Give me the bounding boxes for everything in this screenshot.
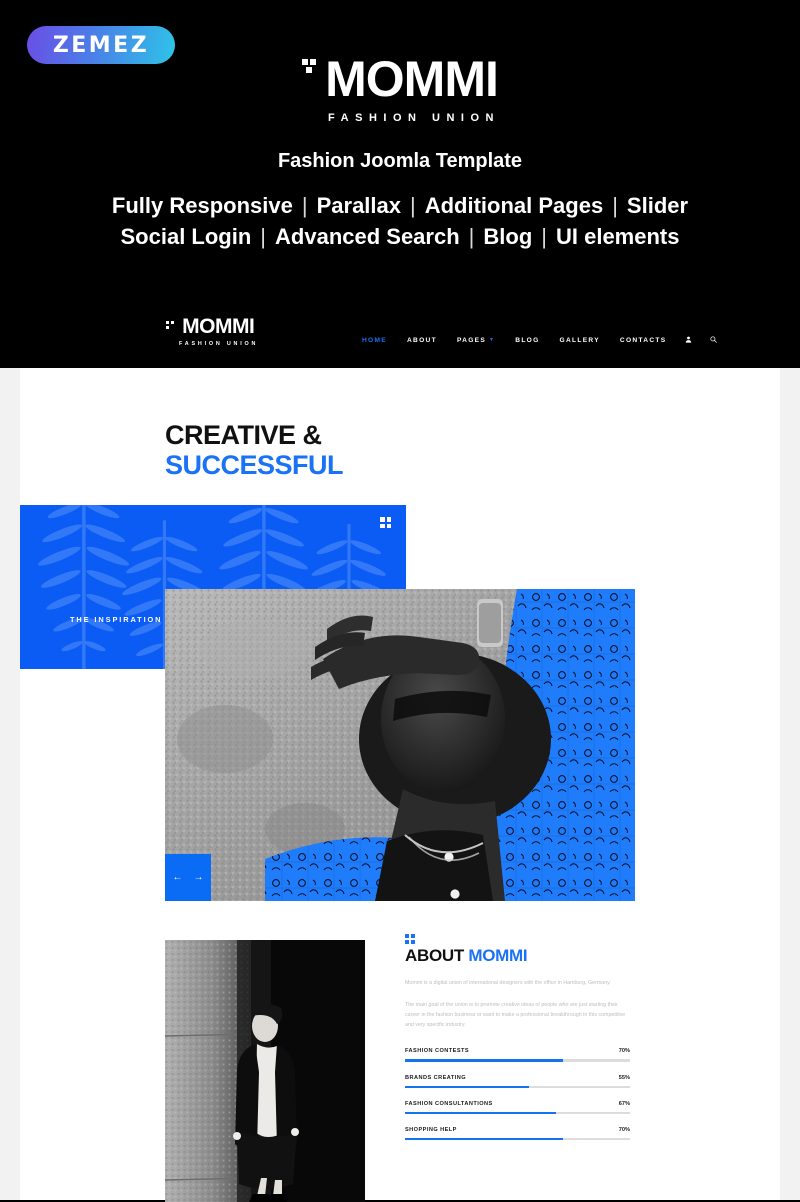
nav-item-about[interactable]: ABOUT [397,337,447,344]
skill-progress-track [405,1085,630,1088]
feature-social-login: Social Login [120,224,252,249]
skill-progress-track [405,1111,630,1114]
promo-logo-wordmark: MOMMI [325,51,499,107]
skills-list: FASHION CONTESTS 70% BRANDS CREATING 55% [405,1048,630,1141]
site-logo-wordmark: MOMMI [182,315,255,338]
nav-item-home[interactable]: HOME [352,337,397,344]
nav-item-gallery[interactable]: GALLERY [550,337,610,344]
skill-progress-fill [405,1059,563,1062]
promo-tagline: Fashion Joomla Template [277,150,523,172]
feature-additional-pages: Additional Pages [424,193,604,218]
dot-grid-icon [380,517,393,530]
skill-progress-fill [405,1111,556,1114]
zemez-badge-label: ZEMEZ [52,32,150,58]
skill-item: FASHION CONTESTS 70% [405,1048,630,1062]
about-heading-primary: ABOUT [405,946,464,966]
slider-controls: ← → [165,854,211,901]
dot-grid-icon [166,321,175,330]
skill-item: FASHION CONSULTANTIONS 67% [405,1101,630,1114]
about-photo-graphic [165,940,365,1202]
feature-advanced-search: Advanced Search [275,224,460,249]
skill-progress-track [405,1137,630,1141]
user-icon[interactable] [676,336,701,345]
feature-separator: | [301,193,308,218]
site-preview: MOMMI FASHION UNION HOME ABOUT PAGES ▼ BL… [0,300,800,1202]
skill-percent: 70% [618,1048,630,1055]
about-heading-accent: MOMMI [468,946,528,966]
nav-item-blog[interactable]: BLOG [505,337,549,344]
page-content-card: CREATIVE & SUCCESSFUL THE INSPIRATION ← … [20,368,780,1202]
about-section: ABOUT MOMMI Mommi is a digital union of … [405,934,630,1153]
hero-title-line-1: CREATIVE & [165,420,322,450]
chevron-down-icon: ▼ [489,337,496,344]
feature-ui-elements: UI elements [555,224,680,249]
nav-item-contacts[interactable]: CONTACTS [610,337,677,344]
dot-grid-icon [405,934,630,946]
feature-separator: | [541,224,547,249]
feature-separator: | [468,224,475,249]
about-image [165,940,365,1202]
feature-separator: | [410,193,416,218]
skill-label: SHOPPING HELP [405,1126,457,1133]
main-navigation: HOME ABOUT PAGES ▼ BLOG GALLERY CONTACTS [352,336,726,345]
hero-title: CREATIVE & SUCCESSFUL [165,420,344,480]
feature-parallax: Parallax [316,193,401,218]
promo-features-row-2: Social Login | Advanced Search | Blog | UI ele… [0,221,800,252]
site-logo[interactable]: MOMMI FASHION UNION [166,315,259,347]
about-paragraph-2: The main goal of the union is to promote… [405,1002,626,1029]
nav-item-pages[interactable]: PAGES ▼ [447,337,505,344]
hero-slider-image[interactable]: ← → [165,589,635,901]
feature-separator: | [260,224,267,249]
search-icon[interactable] [701,336,726,345]
nav-item-pages-label: PAGES [456,337,487,344]
site-logo-subtitle: FASHION UNION [179,341,259,347]
skill-item: SHOPPING HELP 70% [405,1126,630,1141]
hero-title-line-2: SUCCESSFUL [165,450,344,480]
skill-percent: 55% [618,1074,630,1081]
site-header: MOMMI FASHION UNION HOME ABOUT PAGES ▼ BL… [0,300,800,368]
slider-next-button[interactable]: → [194,872,204,883]
dot-grid-icon [302,59,318,75]
feature-separator: | [612,193,618,218]
slider-prev-button[interactable]: ← [173,872,183,883]
skill-label: FASHION CONTESTS [405,1048,470,1055]
skill-label: BRANDS CREATING [405,1074,467,1081]
promo-logo-subtitle: FASHION UNION [328,112,500,124]
skill-label: FASHION CONSULTANTIONS [405,1100,493,1107]
promo-banner: ZEMEZ MOMMI FASHION UNION Fashion Joomla… [0,0,800,300]
skill-item: BRANDS CREATING 55% [405,1075,630,1088]
promo-logo: MOMMI FASHION UNION [0,51,800,124]
promo-features: Fully Responsive | Parallax | Additional Pag… [0,190,800,252]
skill-percent: 70% [618,1126,630,1133]
feature-fully-responsive: Fully Responsive [111,193,293,218]
skill-progress-fill [405,1137,563,1141]
skill-progress-fill [405,1085,529,1088]
hero-photo-graphic [165,589,635,901]
skill-progress-track [405,1059,630,1062]
feature-blog: Blog [483,224,533,249]
promo-features-row-1: Fully Responsive | Parallax | Additional Pag… [0,190,800,221]
about-heading: ABOUT MOMMI [405,946,630,966]
skill-percent: 67% [618,1100,630,1107]
feature-slider: Slider [626,193,689,218]
about-paragraph-1: Mommi is a digital union of internationa… [405,980,611,987]
